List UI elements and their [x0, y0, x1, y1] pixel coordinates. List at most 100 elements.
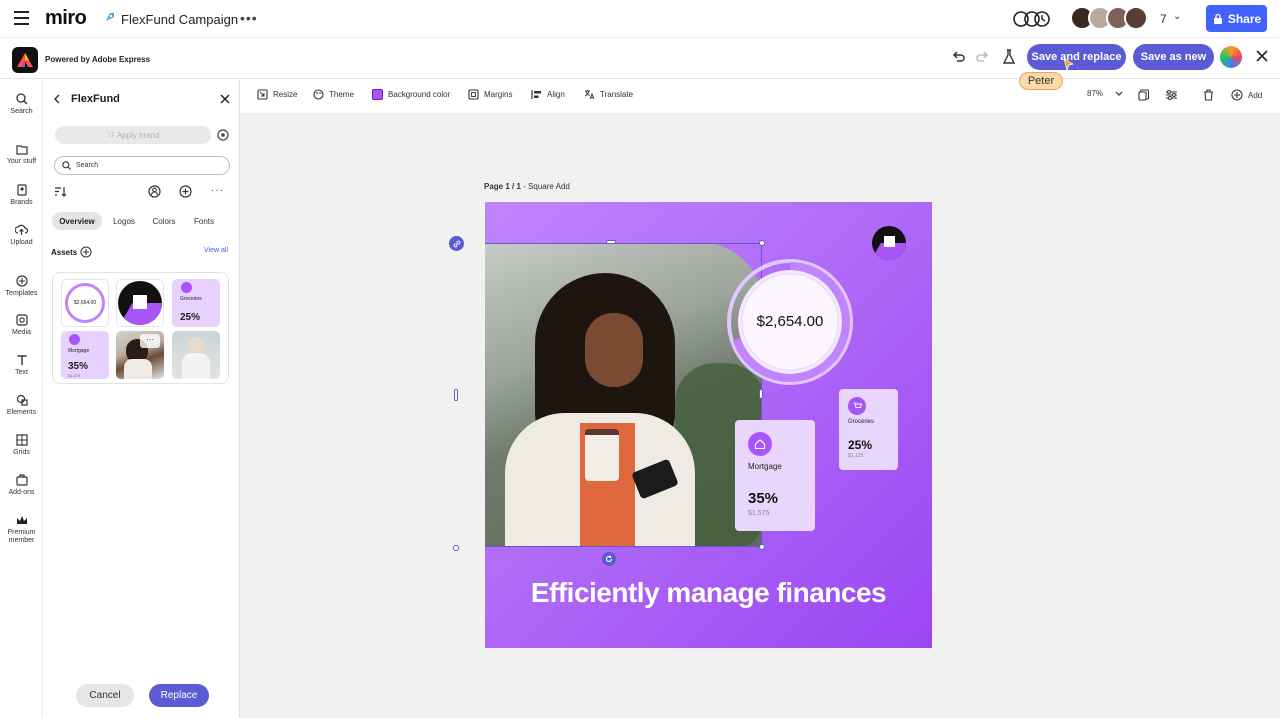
rail-search[interactable]: Search: [0, 93, 43, 116]
save-and-replace-button[interactable]: Save and replace: [1027, 44, 1126, 70]
view-all-link[interactable]: View all: [204, 247, 228, 254]
pages-icon[interactable]: [1138, 89, 1150, 101]
collaborator-avatars[interactable]: [1070, 6, 1166, 32]
toolbar-label: Add: [1248, 90, 1263, 100]
rail-label: Add-ons: [8, 489, 35, 496]
flexfund-logo-icon: [118, 281, 162, 325]
close-icon[interactable]: [1256, 50, 1268, 62]
brand-panel: FlexFund ⤨ Apply brand Search ··· Overvi…: [43, 79, 240, 718]
add-icon: [1231, 89, 1243, 101]
resize-handle[interactable]: [759, 544, 765, 550]
groceries-card[interactable]: Groceries 25% $1,125: [839, 389, 898, 470]
asset-thumb-logo[interactable]: [116, 279, 164, 327]
mortgage-card[interactable]: Mortgage 35% $1,575: [735, 420, 815, 531]
menu-icon[interactable]: [14, 11, 30, 25]
flask-icon[interactable]: [1002, 49, 1016, 65]
page-name: - Square Add: [520, 182, 570, 191]
asset-thumb-mortgage[interactable]: Mortgage 35% $1,575: [61, 331, 109, 379]
align-button[interactable]: Align: [531, 89, 565, 100]
sort-icon[interactable]: [54, 186, 67, 197]
close-panel-icon[interactable]: [220, 94, 230, 104]
margins-icon: [468, 89, 479, 100]
zoom-dropdown[interactable]: 87%: [1087, 89, 1123, 98]
rail-text[interactable]: Text: [0, 354, 43, 377]
margins-button[interactable]: Margins: [468, 89, 512, 100]
rail-elements[interactable]: Elements: [0, 394, 43, 417]
user-add-icon[interactable]: [148, 185, 161, 198]
amount-ring[interactable]: $2,654.00: [726, 258, 854, 386]
rail-label: Grids: [13, 449, 30, 456]
cart-icon: [181, 282, 192, 293]
rail-your-stuff[interactable]: Your stuff: [0, 144, 43, 166]
rotate-handle-icon[interactable]: [602, 552, 616, 566]
tab-overview[interactable]: Overview: [52, 212, 102, 230]
resize-handle[interactable]: [454, 389, 458, 401]
add-circle-icon[interactable]: [179, 185, 192, 198]
back-icon[interactable]: [53, 94, 61, 104]
theme-button[interactable]: Theme: [313, 89, 354, 100]
redo-icon[interactable]: [975, 50, 989, 64]
resize-handle[interactable]: [759, 389, 763, 399]
cancel-button[interactable]: Cancel: [76, 684, 134, 707]
replace-button[interactable]: Replace: [149, 684, 209, 707]
board-title[interactable]: FlexFund Campaign: [121, 12, 238, 27]
asset-thumb-photo-2[interactable]: [172, 331, 220, 379]
tab-fonts[interactable]: Fonts: [188, 212, 220, 230]
rail-upload[interactable]: Upload: [0, 224, 43, 247]
home-icon: [748, 432, 772, 456]
rail-premium[interactable]: Premium member: [0, 515, 43, 545]
miro-logo[interactable]: miro: [45, 7, 87, 30]
resize-handle[interactable]: [759, 240, 765, 246]
cursor-pointer-icon: [1064, 59, 1074, 71]
search-field[interactable]: Search: [54, 156, 230, 175]
rail-add-ons[interactable]: Add-ons: [0, 474, 43, 497]
save-as-new-button[interactable]: Save as new: [1133, 44, 1214, 70]
resize-button[interactable]: Resize: [257, 89, 297, 100]
rail-templates[interactable]: Templates: [0, 275, 43, 298]
lock-icon: [1213, 13, 1222, 24]
trash-icon[interactable]: [1203, 89, 1214, 101]
chevron-down-icon[interactable]: ⌄: [1173, 11, 1181, 22]
asset-thumb-groceries[interactable]: Groceries 25%: [172, 279, 220, 327]
rail-media[interactable]: Media: [0, 314, 43, 337]
page-label: Page 1 / 1 - Square Add: [484, 182, 570, 191]
avatar[interactable]: [1124, 6, 1148, 30]
rocket-icon: [100, 11, 116, 27]
collaborator-count[interactable]: 7: [1160, 12, 1167, 26]
flexfund-logo-icon[interactable]: [872, 226, 906, 260]
more-icon[interactable]: ···: [211, 185, 224, 196]
editor-canvas[interactable]: Resize Theme Background color Margins Al…: [240, 79, 1280, 718]
tab-colors[interactable]: Colors: [147, 212, 181, 230]
crown-icon: [16, 516, 27, 524]
asset-thumb-ring[interactable]: $2,654.00: [61, 279, 109, 327]
more-options-icon[interactable]: •••: [240, 10, 258, 26]
brand-settings-icon[interactable]: [217, 129, 229, 141]
ring-graphic: $2,654.00: [65, 283, 105, 323]
undo-icon[interactable]: [952, 50, 966, 64]
resize-handle[interactable]: [453, 545, 459, 551]
toolbar-label: Background color: [388, 90, 451, 99]
layers-icon[interactable]: [1165, 89, 1178, 101]
tab-logos[interactable]: Logos: [108, 212, 140, 230]
groceries-amount: $1,125: [848, 453, 864, 459]
add-asset-icon[interactable]: [80, 246, 92, 258]
rail-brands[interactable]: Brands: [0, 184, 43, 207]
link-handle-icon[interactable]: [449, 236, 464, 251]
apply-brand-button[interactable]: ⤨ Apply brand: [55, 126, 211, 144]
assets-label: Assets: [51, 248, 78, 257]
add-button[interactable]: Add: [1231, 89, 1262, 101]
rail-grids[interactable]: Grids: [0, 434, 43, 457]
top-bar: miro FlexFund Campaign ••• 7 ⌄ Share: [0, 0, 1280, 38]
background-color-button[interactable]: Background color: [372, 89, 450, 100]
design-artboard[interactable]: $2,654.00 Groceries 25% $1,125 Mortgage …: [485, 202, 932, 648]
asset-thumb-photo-1[interactable]: ···: [116, 331, 164, 379]
user-avatar[interactable]: [1220, 46, 1242, 68]
resize-handle[interactable]: [606, 240, 616, 244]
selection-box[interactable]: [485, 243, 762, 547]
reactions-icon[interactable]: [1012, 8, 1050, 30]
more-icon[interactable]: ···: [140, 334, 160, 348]
headline[interactable]: Efficiently manage finances: [485, 577, 932, 609]
share-button[interactable]: Share: [1206, 5, 1267, 32]
translate-button[interactable]: Translate: [584, 89, 633, 100]
search-icon: [62, 161, 71, 170]
